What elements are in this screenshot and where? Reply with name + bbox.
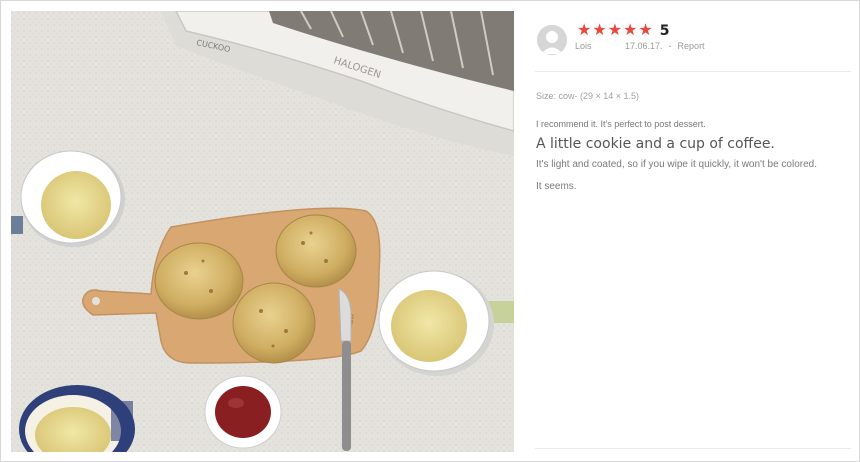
- review-photo[interactable]: CUCKOO HALOGEN A&B: [11, 11, 514, 452]
- user-name: Lois: [575, 41, 592, 51]
- rating: ★ ★ ★ ★ ★ 5: [577, 22, 669, 40]
- star-icon: ★: [638, 22, 653, 39]
- star-icon: ★: [577, 22, 592, 39]
- review-date: 17.06.17.: [625, 41, 663, 51]
- size-option: Size: cow- (29 × 14 × 1.5): [536, 91, 640, 101]
- star-icon: ★: [623, 22, 638, 39]
- review-recommend: I recommend it. It's perfect to post des…: [536, 119, 706, 129]
- review-text-line: It's light and coated, so if you wipe it…: [536, 159, 818, 170]
- review-meta: Lois 17.06.17. - Report: [575, 41, 705, 51]
- user-avatar-icon: [537, 25, 567, 55]
- star-icon: ★: [607, 22, 623, 39]
- rating-score: 5: [659, 23, 670, 39]
- review-header: ★ ★ ★ ★ ★ 5 Lois 17.06.17. - Report: [535, 15, 851, 72]
- photo-illustration: CUCKOO HALOGEN A&B: [11, 11, 514, 452]
- jam-dish: [204, 375, 282, 449]
- review-title: A little cookie and a cup of coffee.: [536, 136, 775, 152]
- review-card: CUCKOO HALOGEN A&B: [0, 0, 860, 462]
- star-icon: ★: [592, 22, 607, 39]
- review-panel: ★ ★ ★ ★ ★ 5 Lois 17.06.17. - Report Size…: [535, 15, 851, 455]
- review-text-line: It seems.: [536, 181, 577, 192]
- divider: [535, 448, 851, 449]
- report-link[interactable]: Report: [678, 41, 705, 51]
- meta-separator: -: [668, 41, 672, 51]
